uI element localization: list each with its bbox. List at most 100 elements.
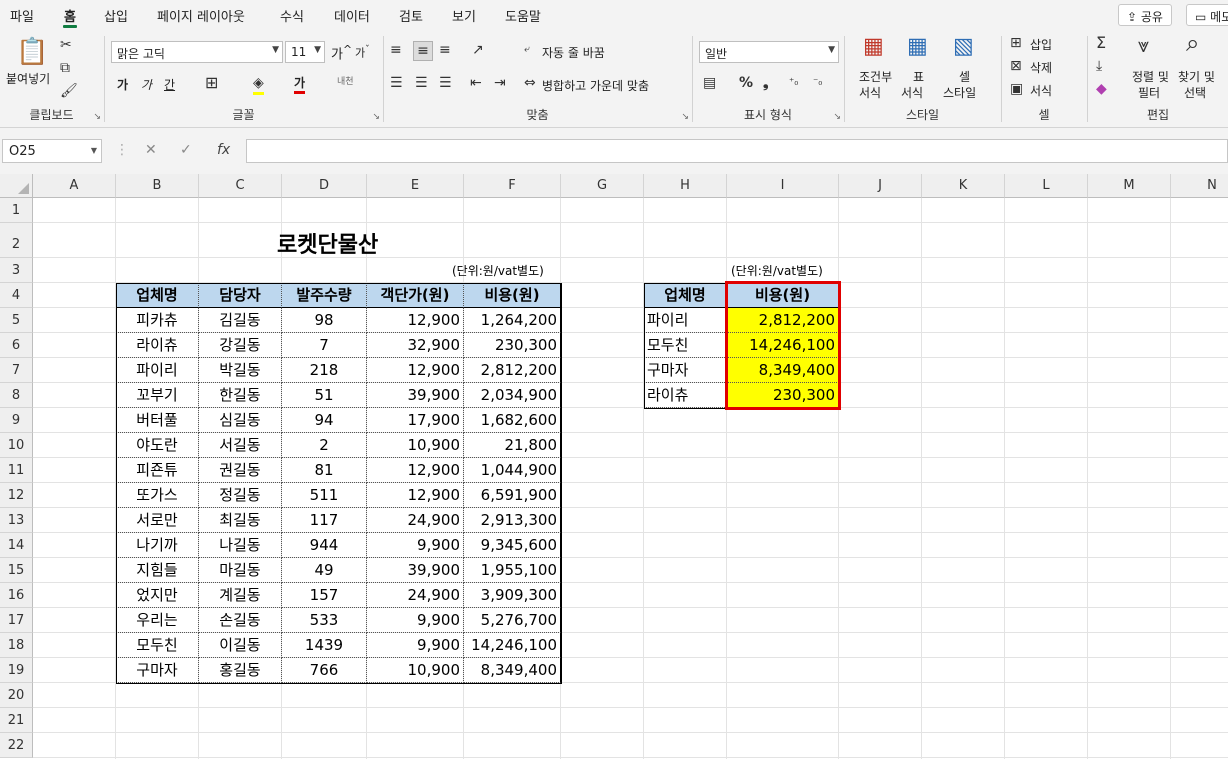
table-cell[interactable]: 최길동 — [199, 508, 282, 533]
table-cell[interactable]: 이길동 — [199, 633, 282, 658]
table-cell[interactable]: 12,900 — [367, 308, 464, 333]
decrease-decimal-icon[interactable]: ⁻₀ — [813, 74, 822, 92]
worksheet-grid[interactable]: ABCDEFGHIJKLMN 1 2 3 4 5 6 7 8 9 10 11 12 13 14 15 16 17… — [0, 174, 1228, 759]
copy-icon[interactable]: ⧉ — [60, 59, 70, 77]
table-header-cell[interactable]: 담당자 — [199, 283, 282, 308]
bold-button[interactable]: 가 — [117, 76, 128, 93]
table-cell[interactable]: 우리는 — [116, 608, 199, 633]
row-header-17[interactable]: 17 — [0, 608, 33, 633]
table-cell[interactable]: 피죤튜 — [116, 458, 199, 483]
column-header-F[interactable]: F — [464, 174, 561, 198]
table-cell[interactable]: 구마자 — [116, 658, 199, 683]
table-cell[interactable]: 94 — [282, 408, 367, 433]
table-cell[interactable]: 버터풀 — [116, 408, 199, 433]
table-cell[interactable]: 홍길동 — [199, 658, 282, 683]
dialog-launcher-icon[interactable]: ↘ — [833, 112, 841, 122]
table-cell[interactable]: 권길동 — [199, 458, 282, 483]
conditional-format-icon[interactable]: ▦ — [863, 36, 884, 58]
column-header-I[interactable]: I — [727, 174, 839, 198]
table-cell[interactable]: 14,246,100 — [464, 633, 561, 658]
row-header-8[interactable]: 8 — [0, 383, 33, 408]
align-top-icon[interactable]: ≡ — [390, 41, 402, 59]
table-cell[interactable]: 라이츄 — [116, 333, 199, 358]
insert-function-icon[interactable]: fx — [217, 142, 230, 158]
paste-icon[interactable]: 📋 — [16, 38, 48, 66]
cell-styles-icon[interactable]: ▧ — [953, 36, 974, 58]
table-cell[interactable]: 2,812,200 — [464, 358, 561, 383]
table-cell[interactable]: 9,900 — [367, 533, 464, 558]
format-as-table-button[interactable]: 표 — [913, 68, 924, 85]
table-header-cell[interactable]: 업체명 — [116, 283, 199, 308]
row-header-1[interactable]: 1 — [0, 198, 33, 223]
table-cell[interactable]: 었지만 — [116, 583, 199, 608]
tab-view[interactable]: 보기 — [452, 6, 476, 25]
row-header-13[interactable]: 13 — [0, 508, 33, 533]
table-cell[interactable]: 모두친 — [116, 633, 199, 658]
tab-page-layout[interactable]: 페이지 레이아웃 — [157, 6, 245, 25]
dialog-launcher-icon[interactable]: ↘ — [93, 112, 101, 122]
table-cell[interactable]: 218 — [282, 358, 367, 383]
column-header-J[interactable]: J — [839, 174, 922, 198]
fill-icon[interactable]: ⤓ — [1096, 57, 1102, 75]
column-header-A[interactable]: A — [33, 174, 116, 198]
cut-icon[interactable]: ✂ — [60, 36, 72, 54]
table-cell[interactable]: 98 — [282, 308, 367, 333]
table-cell[interactable]: 피카츄 — [116, 308, 199, 333]
row-header-3[interactable]: 3 — [0, 258, 33, 283]
table-cell[interactable]: 또가스 — [116, 483, 199, 508]
share-button[interactable]: ⇪ 공유 — [1118, 4, 1172, 26]
border-icon[interactable]: ⊞ — [205, 74, 218, 92]
table-cell[interactable]: 꼬부기 — [116, 383, 199, 408]
table-cell[interactable]: 944 — [282, 533, 367, 558]
table-cell[interactable]: 서로만 — [116, 508, 199, 533]
grow-font-button[interactable]: 가^ — [331, 43, 352, 62]
table-cell[interactable]: 1,264,200 — [464, 308, 561, 333]
tab-help[interactable]: 도움말 — [505, 6, 541, 25]
name-box[interactable]: O25 ▼ — [2, 139, 102, 163]
format-painter-icon[interactable]: 🖌 — [60, 82, 78, 100]
row-header-11[interactable]: 11 — [0, 458, 33, 483]
conditional-format-button[interactable]: 조건부 — [859, 68, 892, 85]
unit-note[interactable]: (단위:원/vat별도) — [452, 262, 544, 279]
table-cell[interactable]: 한길동 — [199, 383, 282, 408]
table-cell[interactable]: 심길동 — [199, 408, 282, 433]
table-cell[interactable]: 24,900 — [367, 508, 464, 533]
row-header-5[interactable]: 5 — [0, 308, 33, 333]
row-header-18[interactable]: 18 — [0, 633, 33, 658]
table-cell[interactable]: 파이리 — [644, 308, 727, 333]
cell-styles-button[interactable]: 셀 — [959, 68, 970, 85]
table-cell[interactable]: 39,900 — [367, 558, 464, 583]
table-cell[interactable]: 2,034,900 — [464, 383, 561, 408]
row-header-20[interactable]: 20 — [0, 683, 33, 708]
format-as-table-icon[interactable]: ▦ — [907, 36, 928, 58]
table-cell[interactable]: 2,913,300 — [464, 508, 561, 533]
row-header-4[interactable]: 4 — [0, 283, 33, 308]
table-cell[interactable]: 1,955,100 — [464, 558, 561, 583]
wrap-text-icon[interactable]: ⤶ — [524, 41, 530, 59]
table-cell[interactable]: 1,044,900 — [464, 458, 561, 483]
increase-decimal-icon[interactable]: ⁺₀ — [789, 74, 798, 92]
table-header-cell[interactable]: 객단가(원) — [367, 283, 464, 308]
row-header-2[interactable]: 2 — [0, 223, 33, 258]
merge-center-icon[interactable]: ⇔ — [524, 74, 536, 92]
row-header-19[interactable]: 19 — [0, 658, 33, 683]
wrap-text-button[interactable]: 자동 줄 바꿈 — [542, 44, 605, 61]
align-center-icon[interactable]: ☰ — [415, 74, 428, 92]
comments-button[interactable]: ▭ 메모 — [1186, 4, 1228, 26]
column-header-B[interactable]: B — [116, 174, 199, 198]
table-cell[interactable]: 157 — [282, 583, 367, 608]
table-cell[interactable]: 1439 — [282, 633, 367, 658]
orientation-icon[interactable]: ↗ — [472, 41, 484, 59]
table-cell[interactable]: 구마자 — [644, 358, 727, 383]
table-cell[interactable]: 511 — [282, 483, 367, 508]
table-cell[interactable]: 김길동 — [199, 308, 282, 333]
table-cell[interactable]: 51 — [282, 383, 367, 408]
table-cell[interactable]: 49 — [282, 558, 367, 583]
tab-home[interactable]: 홈 — [64, 6, 76, 25]
table-cell[interactable]: 나길동 — [199, 533, 282, 558]
table-cell[interactable]: 21,800 — [464, 433, 561, 458]
table-cell[interactable]: 9,900 — [367, 608, 464, 633]
column-header-C[interactable]: C — [199, 174, 282, 198]
percent-icon[interactable]: % — [739, 74, 753, 92]
align-right-icon[interactable]: ☰ — [439, 74, 452, 92]
